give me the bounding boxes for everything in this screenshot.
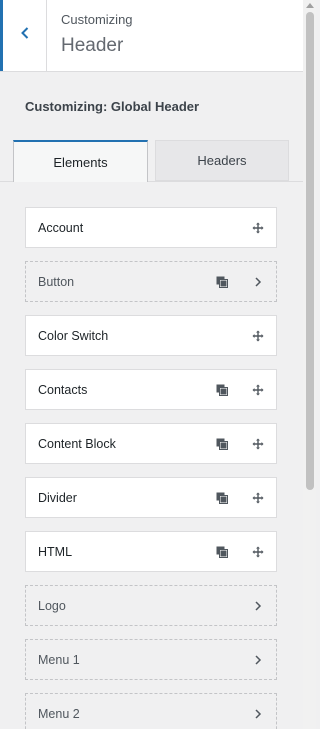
duplicate-icon[interactable] [216, 492, 228, 504]
element-item-label: Menu 1 [38, 652, 80, 667]
element-item[interactable]: Color Switch [25, 315, 277, 356]
header-subtitle: Customizing [61, 12, 133, 27]
element-item-label: Button [38, 274, 75, 289]
tab-label: Elements [53, 154, 108, 170]
back-button[interactable] [0, 0, 47, 71]
element-item-actions [216, 492, 264, 504]
move-icon[interactable] [252, 546, 264, 558]
move-icon[interactable] [252, 384, 264, 396]
element-item-label: Contacts [38, 382, 88, 397]
header-text: Customizing Header [61, 12, 133, 57]
element-item-label: Color Switch [38, 328, 109, 343]
move-icon[interactable] [252, 492, 264, 504]
tab-bar: Elements Headers [0, 140, 303, 182]
element-item-actions [216, 384, 264, 396]
scrollbar-thumb[interactable] [306, 12, 314, 490]
element-item-actions [252, 330, 264, 342]
chevron-right-icon[interactable] [252, 708, 264, 720]
scroll-up-arrow[interactable] [306, 3, 314, 8]
element-item-actions [252, 600, 264, 612]
chevron-right-icon[interactable] [252, 654, 264, 666]
duplicate-icon[interactable] [216, 276, 228, 288]
element-item[interactable]: Logo [25, 585, 277, 626]
element-item-label: Menu 2 [38, 706, 80, 721]
duplicate-icon[interactable] [216, 438, 228, 450]
tab-elements[interactable]: Elements [13, 140, 148, 182]
element-item[interactable]: Account [25, 207, 277, 248]
chevron-right-icon[interactable] [252, 600, 264, 612]
element-item[interactable]: Menu 1 [25, 639, 277, 680]
element-item-actions [252, 222, 264, 234]
element-item-label: Content Block [38, 436, 116, 451]
element-item-label: HTML [38, 544, 73, 559]
element-item[interactable]: Content Block [25, 423, 277, 464]
element-item-actions [216, 276, 264, 288]
chevron-left-icon [18, 26, 32, 45]
element-item-label: Logo [38, 598, 66, 613]
tab-label: Headers [197, 153, 247, 168]
chevron-right-icon[interactable] [252, 276, 264, 288]
element-item[interactable]: Contacts [25, 369, 277, 410]
element-item-actions [252, 654, 264, 666]
duplicate-icon[interactable] [216, 546, 228, 558]
move-icon[interactable] [252, 438, 264, 450]
element-item[interactable]: Menu 2 [25, 693, 277, 729]
element-item-label: Account [38, 220, 84, 235]
element-item[interactable]: Divider [25, 477, 277, 518]
move-icon[interactable] [252, 222, 264, 234]
element-item-actions [216, 438, 264, 450]
page-title: Header [61, 35, 124, 56]
element-item-actions [252, 708, 264, 720]
element-item-label: Divider [38, 490, 77, 505]
scrollbar[interactable] [303, 0, 316, 729]
section-title: Customizing: Global Header [25, 99, 200, 114]
element-list: Account Button Color Switch Contacts Content… [25, 207, 277, 729]
element-item[interactable]: Button [25, 261, 277, 302]
move-icon[interactable] [252, 330, 264, 342]
duplicate-icon[interactable] [216, 384, 228, 396]
tab-headers[interactable]: Headers [155, 140, 289, 181]
element-item-actions [216, 546, 264, 558]
customizer-header: Customizing Header [0, 0, 303, 72]
element-item[interactable]: HTML [25, 531, 277, 572]
